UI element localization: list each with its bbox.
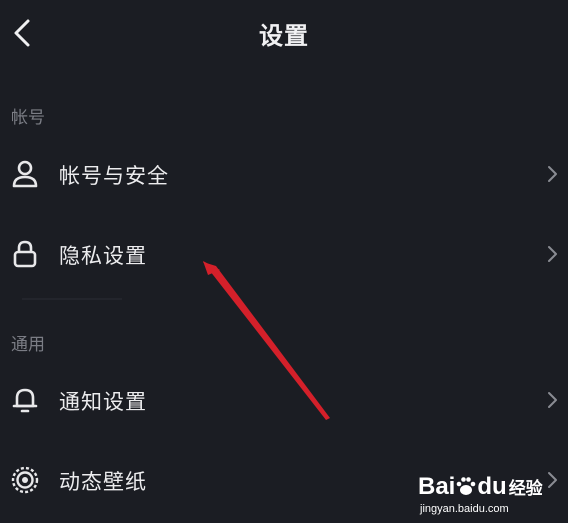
baidu-jingyan-watermark: Bai du 经验 jingyan.baidu.com (418, 473, 543, 519)
chevron-right-icon (548, 392, 557, 408)
settings-item-label: 通知设置 (59, 390, 147, 414)
watermark-url: jingyan.baidu.com (420, 503, 509, 515)
user-icon (8, 157, 42, 191)
settings-item-notifications[interactable]: 通知设置 (0, 368, 568, 432)
watermark-product: 经验 (508, 479, 543, 499)
settings-item-label: 帐号与安全 (59, 164, 169, 188)
chevron-right-icon (548, 246, 557, 262)
lock-icon (8, 237, 42, 271)
settings-item-label: 隐私设置 (59, 244, 147, 268)
settings-screen: 设置 帐号 帐号与安全 隐私设置 通用 通知设置 动态壁纸 Bai du 经验 … (0, 0, 568, 523)
section-divider (22, 298, 122, 300)
chevron-right-icon (548, 472, 557, 488)
settings-item-label: 动态壁纸 (59, 470, 147, 494)
page-title: 设置 (259, 22, 309, 50)
watermark-brand-suffix: du (477, 473, 507, 500)
watermark-brand-prefix: Bai (418, 473, 456, 500)
navigation-bar: 设置 (0, 0, 568, 70)
settings-item-account-security[interactable]: 帐号与安全 (0, 142, 568, 206)
settings-item-privacy[interactable]: 隐私设置 (0, 222, 568, 286)
live-wallpaper-icon (8, 463, 42, 497)
chevron-right-icon (548, 166, 557, 182)
section-label-general: 通用 (11, 335, 45, 355)
bell-icon (8, 383, 42, 417)
section-label-account: 帐号 (11, 108, 45, 128)
paw-icon (457, 477, 476, 495)
